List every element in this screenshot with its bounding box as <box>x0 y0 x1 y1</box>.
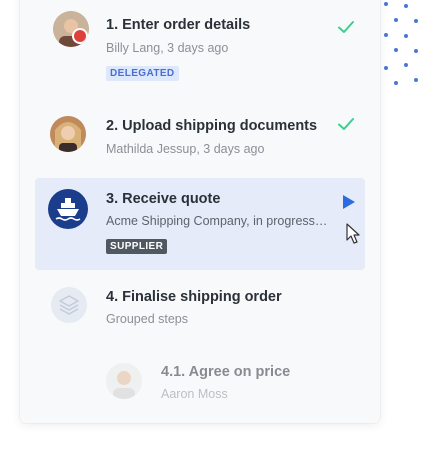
mouse-cursor-icon <box>346 223 360 244</box>
step-2[interactable]: 2. Upload shipping documents Mathilda Je… <box>20 90 380 170</box>
step-subtitle: Grouped steps <box>106 312 188 326</box>
supplier-badge: SUPPLIER <box>106 239 168 254</box>
step-subtitle: Aaron Moss <box>161 387 228 401</box>
step-title: 3. Receive quote <box>106 191 221 207</box>
play-icon[interactable] <box>342 194 356 210</box>
avatar-aaron-moss <box>106 363 142 399</box>
avatar-billy-lang <box>53 11 89 47</box>
workflow-steps-card: 1. Enter order details Billy Lang, 3 day… <box>20 0 380 423</box>
avatar-mathilda-jessup <box>50 116 86 152</box>
step-1[interactable]: 1. Enter order details Billy Lang, 3 day… <box>20 0 380 90</box>
stack-icon <box>51 287 87 323</box>
delegated-badge: DELEGATED <box>106 66 179 81</box>
check-icon <box>338 118 354 130</box>
step-subtitle: Billy Lang, 3 days ago <box>106 41 229 55</box>
step-subtitle: Mathilda Jessup, 3 days ago <box>106 142 265 156</box>
step-title: 4.1. Agree on price <box>161 364 291 380</box>
step-subtitle: Acme Shipping Company, in progress… <box>106 214 328 228</box>
step-title: 4. Finalise shipping order <box>106 289 282 305</box>
step-title: 1. Enter order details <box>106 17 251 33</box>
ship-icon <box>48 189 88 229</box>
step-title: 2. Upload shipping documents <box>106 118 318 134</box>
check-icon <box>338 21 354 33</box>
